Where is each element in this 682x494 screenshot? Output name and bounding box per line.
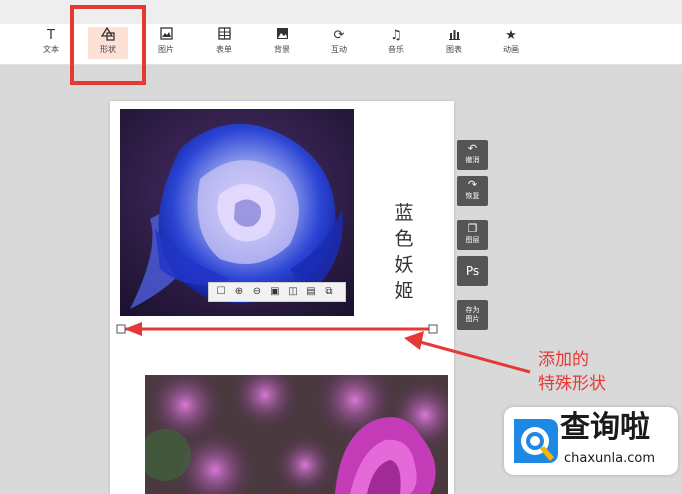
watermark-title: 查询啦 [560,410,650,445]
watermark-logo-icon [514,419,558,463]
line-handle-left [116,324,126,334]
layers-icon: ❐ [467,222,478,235]
redo-label: 恢复 [465,192,480,200]
ps-icon: Ps [465,264,480,278]
undo-button[interactable]: ↶ 撤消 [457,140,488,170]
undo-icon: ↶ [467,142,478,155]
line-handle-right [428,324,438,334]
layers-label: 图层 [465,236,480,244]
callout-arrowhead [404,331,424,350]
callout-line-2: 特殊形状 [538,374,606,394]
undo-label: 撤消 [465,156,480,164]
callout-arrow-line [419,340,531,374]
redo-icon: ↷ [467,178,478,191]
layers-button[interactable]: ❐ 图层 [457,220,488,250]
annotation-callout: 添加的 特殊形状 [538,348,606,396]
line-arrowhead [124,322,142,336]
save-as-image-button[interactable]: 存为图片 [457,300,488,330]
watermark: 查询啦 chaxunla.com [498,403,682,479]
callout-line-1: 添加的 [538,350,589,370]
ps-button[interactable]: Ps [457,256,488,286]
save-as-image-label: 存为图片 [465,306,480,323]
redo-button[interactable]: ↷ 恢复 [457,176,488,206]
watermark-url: chaxunla.com [564,451,655,466]
